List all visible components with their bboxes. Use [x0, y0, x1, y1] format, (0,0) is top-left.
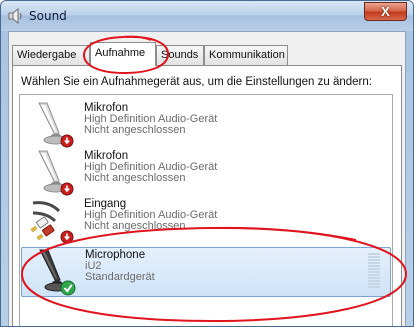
tab-kommunikation[interactable]: Kommunikation — [204, 45, 288, 65]
tab-sounds[interactable]: Sounds — [156, 45, 204, 65]
dialog-client-area: Wiedergabe Aufnahme Sounds Kommunikation… — [8, 31, 406, 326]
device-text: Eingang High Definition Audio-Gerät Nich… — [84, 198, 217, 232]
tab-aufnahme[interactable]: Aufnahme — [90, 42, 156, 66]
device-item-mikrofon-1[interactable]: Mikrofon High Definition Audio-Gerät Nic… — [21, 101, 391, 149]
audio-cable-icon — [30, 201, 74, 244]
tab-strip: Wiedergabe Aufnahme Sounds Kommunikation — [12, 42, 404, 66]
device-text: Mikrofon High Definition Audio-Gerät Nic… — [84, 150, 217, 184]
tab-wiedergabe[interactable]: Wiedergabe — [12, 45, 90, 65]
device-item-mikrofon-2[interactable]: Mikrofon High Definition Audio-Gerät Nic… — [21, 149, 391, 197]
microphone-icon — [38, 150, 74, 196]
close-icon: X — [381, 4, 390, 19]
device-item-eingang[interactable]: Eingang High Definition Audio-Gerät Nich… — [21, 197, 391, 245]
recording-device-list[interactable]: Mikrofon High Definition Audio-Gerät Nic… — [19, 94, 393, 326]
microphone-icon — [39, 249, 76, 296]
speaker-icon — [8, 8, 22, 24]
close-button[interactable]: X — [364, 2, 407, 21]
device-text: Mikrofon High Definition Audio-Gerät Nic… — [84, 102, 217, 136]
level-meter — [368, 253, 380, 291]
default-check-icon — [60, 280, 76, 296]
device-status: Nicht angeschlossen — [84, 172, 186, 184]
device-status: Nicht angeschlossen — [84, 124, 186, 136]
device-item-microphone-iu2[interactable]: Microphone iU2 Standardgerät — [21, 247, 391, 297]
microphone-icon — [38, 102, 74, 148]
tab-panel-aufnahme: Wählen Sie ein Aufnahmegerät aus, um die… — [12, 65, 402, 326]
device-status: Nicht angeschlossen — [84, 220, 186, 232]
instruction-text: Wählen Sie ein Aufnahmegerät aus, um die… — [21, 76, 372, 88]
device-status: Standardgerät — [85, 271, 155, 283]
device-text: Microphone iU2 Standardgerät — [85, 249, 155, 283]
title-bar[interactable]: Sound X — [1, 1, 413, 31]
sound-dialog: Sound X Wiedergabe Aufnahme Sounds Kommu… — [0, 0, 414, 327]
window-title: Sound — [29, 9, 67, 23]
